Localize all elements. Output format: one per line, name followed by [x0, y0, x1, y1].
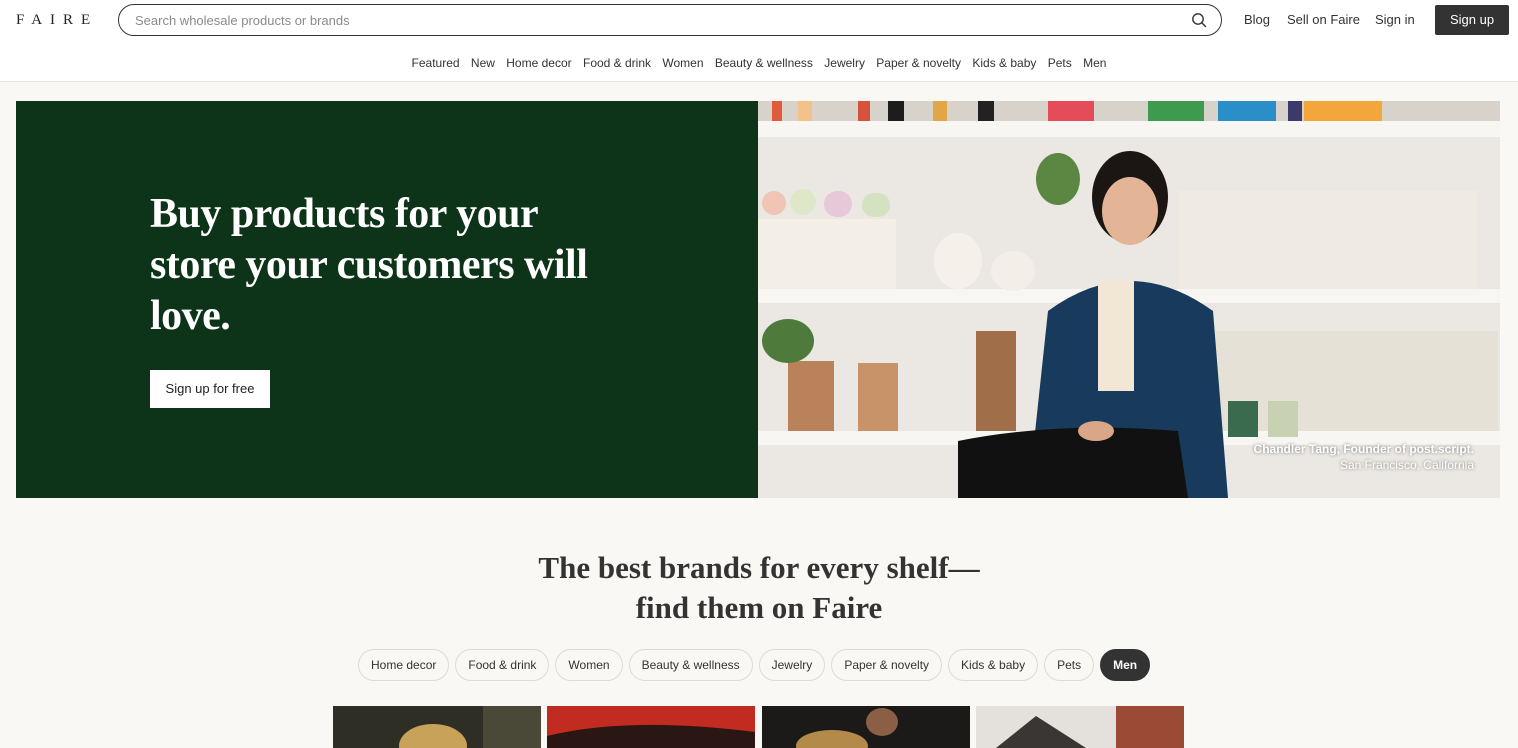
category-nav: Featured New Home decor Food & drink Wom…: [0, 55, 1518, 71]
shop-owner-photo: [758, 101, 1500, 498]
brand-card[interactable]: [762, 706, 970, 748]
hero-panel: Buy products for your store your custome…: [16, 101, 758, 498]
nav-new[interactable]: New: [471, 55, 495, 71]
nav-kids-baby[interactable]: Kids & baby: [972, 55, 1036, 71]
nav-paper-novelty[interactable]: Paper & novelty: [876, 55, 961, 71]
section-title-line1: The best brands for every shelf—: [538, 550, 980, 585]
pill-beauty-wellness[interactable]: Beauty & wellness: [628, 649, 753, 681]
brand-card-image: [762, 706, 970, 748]
brand-card[interactable]: [976, 706, 1184, 748]
faire-logo[interactable]: FAIRE: [16, 10, 98, 30]
hero-title: Buy products for your store your custome…: [150, 191, 588, 339]
pill-jewelry[interactable]: Jewelry: [758, 649, 826, 681]
blog-link[interactable]: Blog: [1244, 12, 1270, 28]
nav-beauty-wellness[interactable]: Beauty & wellness: [715, 55, 813, 71]
caption-location: San Francisco, California: [1339, 458, 1474, 472]
nav-women[interactable]: Women: [662, 55, 703, 71]
search-icon[interactable]: [1191, 12, 1207, 28]
nav-pets[interactable]: Pets: [1048, 55, 1072, 71]
pill-kids-baby[interactable]: Kids & baby: [948, 649, 1039, 681]
sign-up-free-button[interactable]: Sign up for free: [150, 370, 270, 408]
nav-home-decor[interactable]: Home decor: [506, 55, 571, 71]
pill-pets[interactable]: Pets: [1044, 649, 1095, 681]
section-title: The best brands for every shelf— find th…: [0, 548, 1518, 628]
sign-in-link[interactable]: Sign in: [1375, 12, 1415, 28]
brand-card[interactable]: [547, 706, 755, 748]
caption-name: Chandler Tang, Founder of post.script.: [1253, 442, 1474, 456]
pill-paper-novelty[interactable]: Paper & novelty: [831, 649, 943, 681]
pill-women[interactable]: Women: [555, 649, 623, 681]
hero-caption: Chandler Tang, Founder of post.script. S…: [1254, 441, 1474, 473]
search-bar[interactable]: [118, 4, 1222, 36]
section-title-line2: find them on Faire: [635, 590, 883, 625]
sign-up-button[interactable]: Sign up: [1435, 5, 1509, 35]
brand-card-image: [333, 706, 541, 748]
hero-image: Chandler Tang, Founder of post.script. S…: [758, 101, 1500, 498]
nav-featured[interactable]: Featured: [412, 55, 460, 71]
nav-men[interactable]: Men: [1083, 55, 1106, 71]
nav-food-drink[interactable]: Food & drink: [583, 55, 651, 71]
sell-on-faire-link[interactable]: Sell on Faire: [1287, 12, 1360, 28]
search-input[interactable]: [135, 5, 1175, 35]
brand-card[interactable]: [333, 706, 541, 748]
brand-filter-pills: Home decor Food & drink Women Beauty & w…: [358, 649, 1151, 681]
brand-card-image: [547, 706, 755, 748]
nav-jewelry[interactable]: Jewelry: [824, 55, 865, 71]
pill-food-drink[interactable]: Food & drink: [455, 649, 550, 681]
pill-home-decor[interactable]: Home decor: [358, 649, 450, 681]
top-header: FAIRE Blog Sell on Faire Sign in Sign up…: [0, 0, 1518, 82]
pill-men[interactable]: Men: [1100, 649, 1151, 681]
brand-card-image: [976, 706, 1184, 748]
